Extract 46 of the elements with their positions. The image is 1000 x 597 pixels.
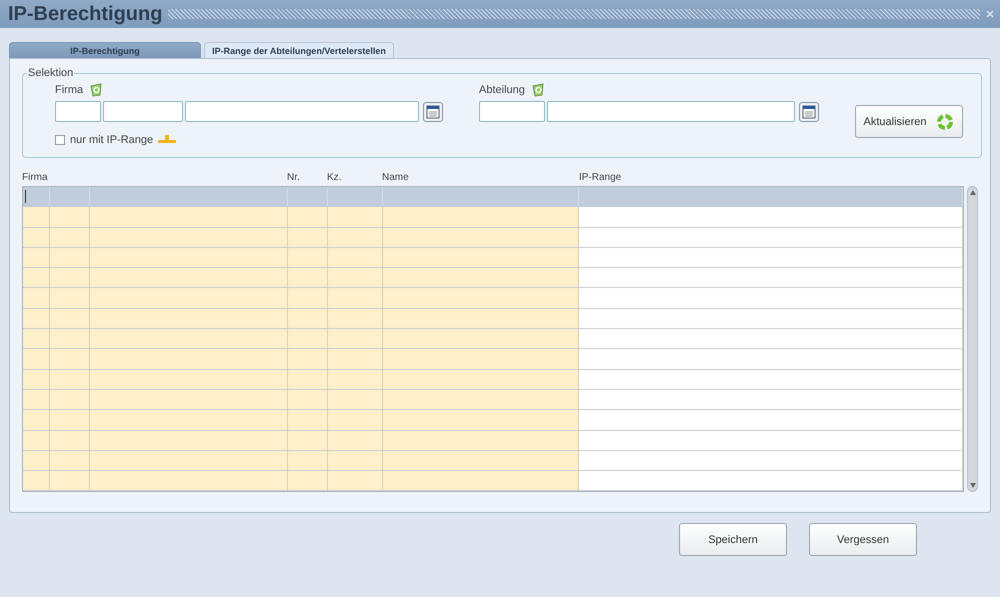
table-row[interactable] — [23, 329, 963, 350]
action-button[interactable]: Vergessen — [809, 523, 917, 556]
checkbox-label: nur mit IP-Range — [70, 134, 154, 146]
column-header: Kz. — [327, 172, 342, 183]
table-row[interactable] — [23, 410, 963, 431]
table-row[interactable] — [23, 268, 963, 288]
table-row[interactable] — [23, 450, 963, 472]
lookup-button[interactable] — [799, 102, 819, 122]
close-icon[interactable] — [986, 10, 994, 18]
scroll-up-icon[interactable] — [970, 190, 976, 195]
input-field[interactable] — [479, 101, 545, 122]
table-row[interactable] — [23, 207, 963, 228]
refresh-button[interactable]: Aktualisieren — [855, 105, 963, 138]
column-header: IP-Range — [579, 172, 622, 183]
action-button[interactable]: Speichern — [679, 523, 787, 556]
input-field[interactable] — [103, 101, 183, 122]
recycle-icon — [530, 83, 545, 97]
group-legend: Selektion — [27, 67, 74, 79]
input-field[interactable] — [547, 101, 795, 122]
tab[interactable]: IP-Berechtigung — [9, 42, 201, 58]
table-row[interactable] — [23, 228, 963, 248]
column-header: Firma — [22, 172, 48, 183]
table-row[interactable] — [23, 430, 963, 451]
table-row[interactable] — [23, 370, 963, 390]
scroll-down-icon[interactable] — [970, 483, 976, 488]
table-row[interactable] — [23, 349, 963, 370]
input-field[interactable] — [55, 101, 101, 122]
window-title: IP-Berechtigung — [8, 2, 162, 26]
table-row[interactable] — [23, 248, 963, 268]
column-header: Name — [382, 172, 409, 183]
input-field[interactable] — [185, 101, 419, 122]
column-header: Nr. — [287, 172, 300, 183]
field-label: Firma — [55, 84, 84, 96]
table-row[interactable] — [23, 471, 963, 492]
field-label: Abteilung — [479, 84, 525, 96]
table-row[interactable] — [23, 390, 963, 410]
lookup-button[interactable] — [423, 102, 443, 122]
table-row[interactable] — [23, 187, 963, 208]
scrollbar[interactable] — [967, 186, 978, 492]
tab[interactable]: IP-Range der Abteilungen/Vertelerstellen — [204, 42, 394, 58]
recycle-icon — [89, 83, 104, 97]
table-row[interactable] — [23, 288, 963, 309]
refresh-icon — [936, 112, 954, 130]
connector-icon — [158, 135, 176, 145]
checkbox[interactable] — [55, 135, 65, 145]
table-row[interactable] — [23, 308, 963, 330]
